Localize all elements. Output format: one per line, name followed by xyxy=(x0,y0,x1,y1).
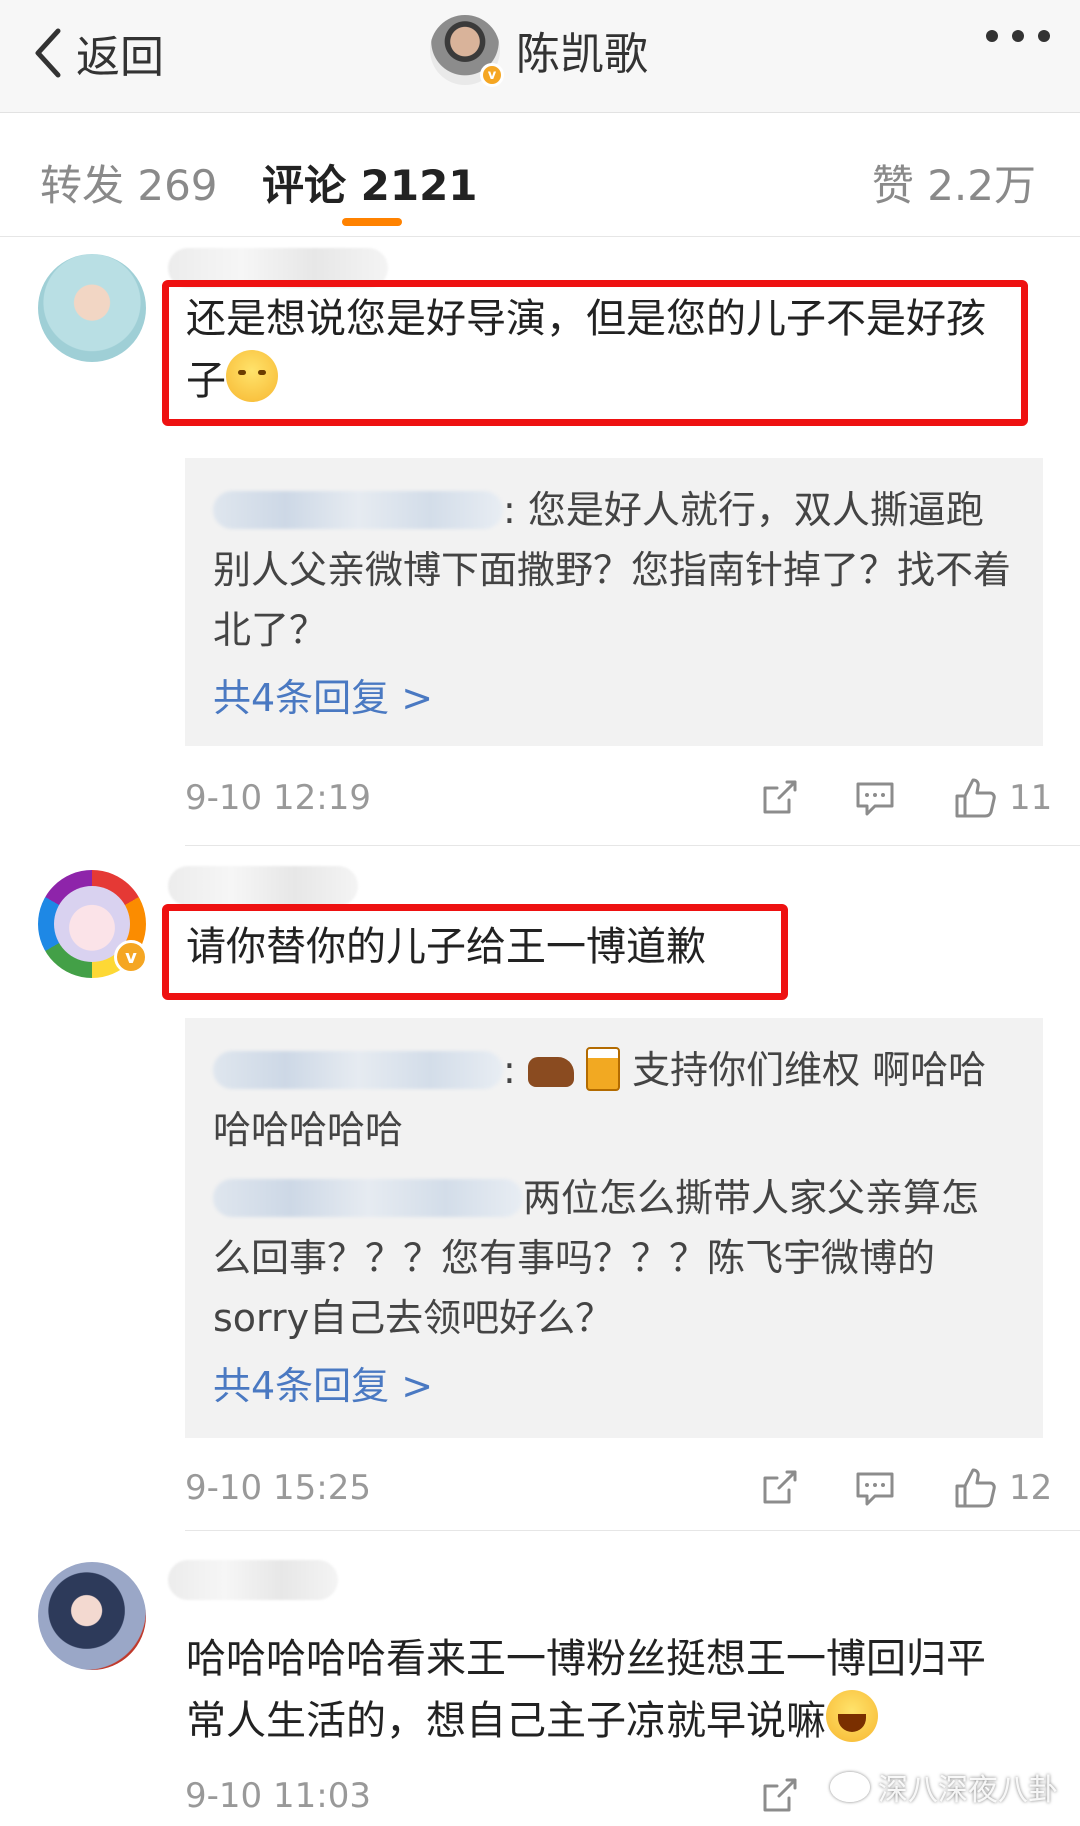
comment-item: 还是想说您是好导演，但是您的儿子不是好孩子 : 您是好人就行，双人撕逼跑别人父亲… xyxy=(0,238,1080,838)
reply-username-blurred[interactable] xyxy=(213,1051,503,1089)
like-button[interactable]: 11 xyxy=(953,776,1052,820)
profile-title[interactable]: v 陈凯歌 xyxy=(430,12,648,88)
comment-time: 9-10 15:25 xyxy=(185,1468,371,1508)
cow-emoji-icon xyxy=(527,1057,574,1087)
watermark: 深八深夜八卦 xyxy=(830,1765,1058,1809)
active-tab-indicator xyxy=(342,218,402,226)
comment-text: 还是想说您是好导演，但是您的儿子不是好孩子 xyxy=(186,296,986,404)
view-replies-link[interactable]: 共4条回复 > xyxy=(213,1356,1015,1416)
comment-icon[interactable] xyxy=(853,1466,897,1514)
view-replies-link[interactable]: 共4条回复 > xyxy=(213,668,1015,728)
verified-badge-icon: v xyxy=(480,63,504,87)
comment-icon[interactable] xyxy=(853,776,897,824)
thumbs-up-icon xyxy=(955,778,996,818)
avatar[interactable]: v xyxy=(38,870,148,978)
pout-emoji-icon xyxy=(226,350,278,402)
share-icon[interactable] xyxy=(757,1466,801,1514)
verified-badge-icon: v xyxy=(114,940,148,974)
thumbs-up-icon xyxy=(955,1468,996,1508)
avatar[interactable] xyxy=(38,1562,146,1670)
reply-username-blurred[interactable] xyxy=(213,491,503,529)
reply-preview[interactable]: : 支持你们维权 啊哈哈哈哈哈哈哈 两位怎么撕带人家父亲算怎么回事？？？您有事吗… xyxy=(185,1018,1043,1438)
back-label: 返回 xyxy=(76,32,164,83)
username-blurred[interactable] xyxy=(168,866,358,906)
tab-reposts[interactable]: 转发 269 xyxy=(40,152,218,213)
reply-text: : 您是好人就行，双人撕逼跑别人父亲微博下面撒野？您指南针掉了？找不着北了？ xyxy=(213,488,1012,652)
avatar[interactable]: v xyxy=(430,15,504,87)
beer-emoji-icon xyxy=(585,1047,620,1091)
username-blurred[interactable] xyxy=(168,1560,338,1600)
more-options-icon[interactable] xyxy=(986,30,1050,42)
chevron-left-icon xyxy=(35,28,61,78)
comment-text: 哈哈哈哈哈看来王一博粉丝挺想王一博回归平常人生活的，想自己主子凉就早说嘛 xyxy=(186,1636,986,1744)
share-icon[interactable] xyxy=(757,776,801,824)
comment-meta: 9-10 15:25 12 xyxy=(185,1464,1052,1514)
page-title: 陈凯歌 xyxy=(516,29,648,80)
share-icon[interactable] xyxy=(757,1774,801,1822)
divider xyxy=(185,845,1080,846)
tab-comments[interactable]: 评论 2121 xyxy=(262,152,478,213)
like-count: 11 xyxy=(1009,778,1053,818)
top-nav-bar: 返回 v 陈凯歌 xyxy=(0,0,1080,113)
comment-text: 请你替你的儿子给王一博道歉 xyxy=(186,924,706,970)
comment-time: 9-10 11:03 xyxy=(185,1776,371,1816)
reply-text: : 支持你们维权 啊哈哈哈哈哈哈哈 xyxy=(213,1047,987,1152)
laughing-emoji-icon xyxy=(826,1690,878,1742)
watermark-text: 深八深夜八卦 xyxy=(878,1773,1058,1808)
comment-item: v 请你替你的儿子给王一博道歉 : 支持你们维权 啊哈哈哈哈哈哈哈 两位怎么撕带… xyxy=(0,850,1080,1530)
back-button[interactable]: 返回 xyxy=(30,18,164,88)
tab-bar: 转发 269 评论 2121 赞 2.2万 xyxy=(0,114,1080,237)
like-button[interactable]: 12 xyxy=(953,1466,1052,1510)
comment-meta: 9-10 12:19 11 xyxy=(185,774,1052,824)
reply-username-blurred[interactable] xyxy=(213,1179,523,1217)
avatar[interactable] xyxy=(38,254,146,362)
like-count: 12 xyxy=(1009,1468,1053,1508)
tab-likes[interactable]: 赞 2.2万 xyxy=(872,152,1036,213)
reply-text: 两位怎么撕带人家父亲算怎么回事？？？您有事吗？？？陈飞宇微博的sorry自己去领… xyxy=(213,1176,980,1340)
divider xyxy=(185,1530,1080,1531)
comment-time: 9-10 12:19 xyxy=(185,778,371,818)
reply-preview[interactable]: : 您是好人就行，双人撕逼跑别人父亲微博下面撒野？您指南针掉了？找不着北了？ 共… xyxy=(185,458,1043,746)
wechat-icon xyxy=(830,1772,870,1802)
